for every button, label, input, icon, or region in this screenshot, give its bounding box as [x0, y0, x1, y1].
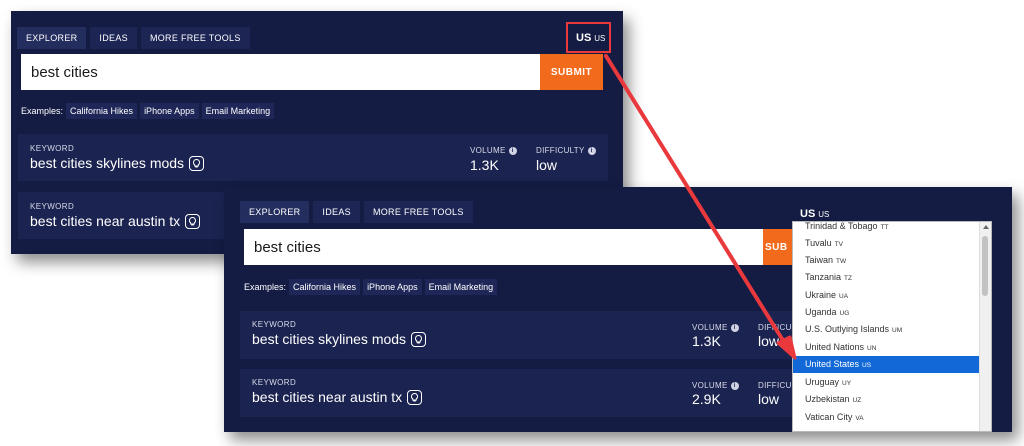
example-chip-email-marketing[interactable]: Email Marketing [424, 279, 498, 295]
dropdown-option-selected[interactable]: United States US [793, 356, 981, 373]
difficulty-label: DIFFICULTY i [536, 146, 596, 155]
dropdown-option[interactable]: Uganda UG [793, 304, 981, 321]
difficulty-label: DIFFICU [758, 323, 792, 332]
country-code-small: US [818, 210, 830, 219]
example-chip-email-marketing[interactable]: Email Marketing [201, 103, 275, 119]
tab-more-free-tools[interactable]: MORE FREE TOOLS [140, 27, 250, 49]
dropdown-option[interactable]: Taiwan TW [793, 252, 981, 269]
tab-bar: EXPLORER IDEAS MORE FREE TOOLS [240, 201, 473, 223]
tab-ideas[interactable]: IDEAS [313, 201, 360, 223]
scrollbar-thumb[interactable] [982, 236, 988, 296]
info-icon[interactable]: i [508, 146, 517, 155]
search-input[interactable] [244, 229, 764, 265]
dropdown-option[interactable]: Tuvalu TV [793, 235, 981, 252]
keyword-text[interactable]: best cities near austin tx [252, 389, 423, 405]
keyword-text[interactable]: best cities skylines mods [252, 331, 427, 347]
lightbulb-icon[interactable] [185, 213, 201, 229]
country-dropdown-list[interactable]: Trinidad & Tobago TT Tuvalu TV Taiwan TW Ta… [792, 221, 992, 432]
submit-button[interactable]: SUBMIT [540, 54, 603, 90]
tab-ideas[interactable]: IDEAS [90, 27, 137, 49]
difficulty-value: low [758, 333, 780, 349]
dropdown-option[interactable]: Ukraine UA [793, 287, 981, 304]
example-chip-iphone-apps[interactable]: iPhone Apps [363, 279, 422, 295]
result-card: KEYWORD best cities skylines mods VOLUME… [240, 311, 800, 359]
info-icon[interactable]: i [730, 381, 739, 390]
dropdown-scrollbar[interactable] [979, 222, 991, 431]
difficulty-value: low [758, 391, 780, 407]
country-selector[interactable]: US US [800, 208, 829, 220]
tab-explorer[interactable]: EXPLORER [240, 201, 310, 223]
volume-value: 1.3K [692, 333, 721, 349]
result-card: KEYWORD best cities near austin tx VOLUM… [240, 369, 800, 417]
dropdown-option[interactable]: Tanzania TZ [793, 269, 981, 286]
result-card: KEYWORD best cities skylines mods VOLUME… [18, 134, 608, 181]
lightbulb-icon[interactable] [411, 331, 427, 347]
keyword-label: KEYWORD [30, 202, 75, 211]
example-chip-california-hikes[interactable]: California Hikes [66, 103, 138, 119]
volume-label: VOLUME i [470, 146, 517, 155]
dropdown-option[interactable]: Trinidad & Tobago TT [793, 222, 981, 235]
examples-label: Examples: [21, 106, 64, 116]
examples-row: Examples: California Hikes iPhone Apps E… [21, 103, 275, 119]
volume-value: 2.9K [692, 391, 721, 407]
tab-more-free-tools[interactable]: MORE FREE TOOLS [363, 201, 473, 223]
keyword-label: KEYWORD [252, 378, 297, 387]
examples-row: Examples: California Hikes iPhone Apps E… [244, 279, 498, 295]
keyword-label: KEYWORD [30, 144, 75, 153]
tab-bar: EXPLORER IDEAS MORE FREE TOOLS [17, 27, 250, 49]
lightbulb-icon[interactable] [407, 389, 423, 405]
difficulty-value: low [536, 157, 558, 173]
keyword-label: KEYWORD [252, 320, 297, 329]
dropdown-option[interactable]: United Nations UN [793, 339, 981, 356]
volume-label: VOLUME i [692, 323, 739, 332]
keyword-text[interactable]: best cities skylines mods [30, 155, 205, 171]
example-chip-california-hikes[interactable]: California Hikes [289, 279, 361, 295]
dropdown-option[interactable]: Vatican City VA [793, 409, 981, 426]
keyword-text[interactable]: best cities near austin tx [30, 213, 201, 229]
dropdown-option[interactable]: Uruguay UY [793, 374, 981, 391]
info-icon[interactable]: i [587, 146, 596, 155]
difficulty-label: DIFFICU [758, 381, 792, 390]
search-input[interactable] [21, 54, 541, 90]
dropdown-option[interactable]: Uzbekistan UZ [793, 391, 981, 408]
volume-label: VOLUME i [692, 381, 739, 390]
dropdown-option[interactable]: U.S. Outlying Islands UM [793, 321, 981, 338]
lightbulb-icon[interactable] [189, 155, 205, 171]
info-icon[interactable]: i [730, 323, 739, 332]
annotation-highlight-box [566, 22, 611, 53]
tab-explorer[interactable]: EXPLORER [17, 27, 87, 49]
scroll-up-arrow-icon[interactable] [983, 225, 989, 229]
volume-value: 1.3K [470, 157, 499, 173]
examples-label: Examples: [244, 282, 287, 292]
country-code: US [800, 208, 816, 220]
example-chip-iphone-apps[interactable]: iPhone Apps [140, 103, 199, 119]
